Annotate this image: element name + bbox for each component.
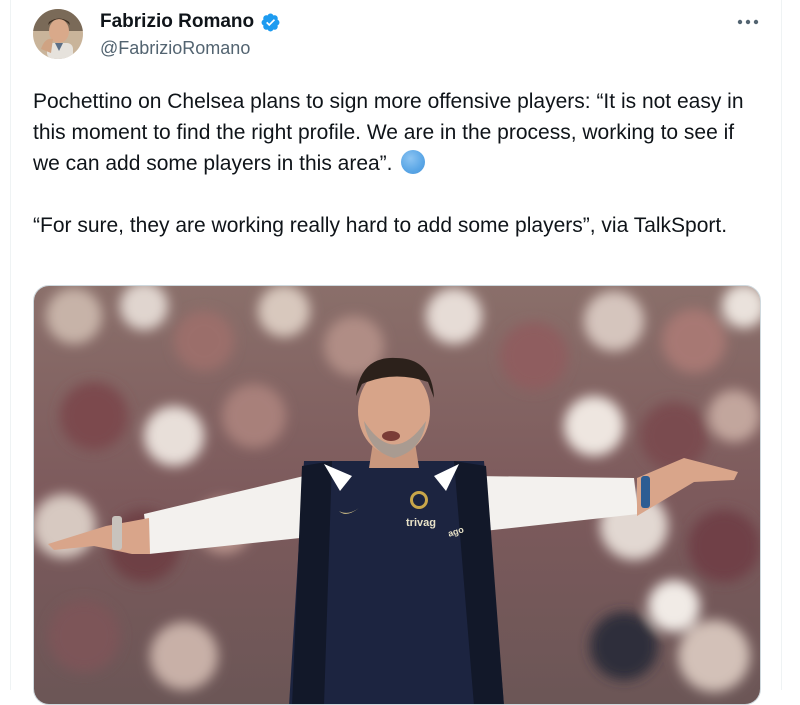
tweet-card[interactable]: Fabrizio Romano @FabrizioRomano Pochetti… bbox=[10, 0, 782, 705]
blue-circle-emoji-icon bbox=[400, 150, 425, 174]
more-options-button[interactable] bbox=[735, 10, 761, 32]
shirt-sponsor-text: trivag bbox=[406, 517, 436, 529]
author-avatar[interactable] bbox=[33, 9, 83, 59]
tweet-photo[interactable]: trivag ago bbox=[33, 285, 761, 705]
author-handle[interactable]: @FabrizioRomano bbox=[100, 38, 250, 59]
more-horizontal-icon bbox=[737, 12, 759, 30]
tweet-paragraph-text: Pochettino on Chelsea plans to sign more… bbox=[33, 90, 744, 175]
tweet-body: Pochettino on Chelsea plans to sign more… bbox=[33, 86, 745, 241]
author-display-name[interactable]: Fabrizio Romano bbox=[100, 11, 254, 33]
verified-badge-icon bbox=[260, 12, 281, 33]
tweet-paragraph: Pochettino on Chelsea plans to sign more… bbox=[33, 86, 745, 179]
tweet-paragraph: “For sure, they are working really hard … bbox=[33, 214, 728, 237]
